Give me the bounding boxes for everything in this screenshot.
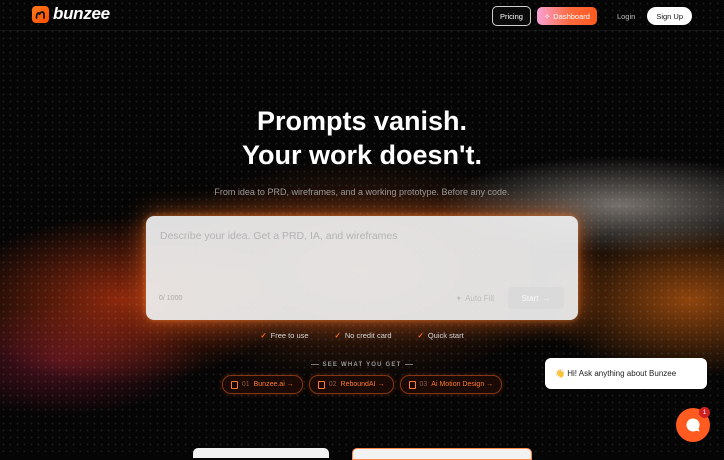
- chat-prompt-bubble[interactable]: 👋 Hi! Ask anything about Bunzee: [545, 358, 707, 389]
- dashboard-button[interactable]: ✧ Dashboard: [536, 7, 597, 25]
- document-icon: [317, 380, 325, 389]
- signup-button[interactable]: Sign Up: [647, 7, 692, 25]
- sparkle-icon: ✧: [543, 11, 551, 21]
- check-icon: ✓: [260, 331, 267, 340]
- divider: [405, 363, 414, 365]
- arrow-right-icon: →: [542, 293, 551, 303]
- example-chip-bunzee[interactable]: 01 Bunzee.ai →: [221, 375, 303, 394]
- autofill-button[interactable]: ✦ Auto Fill: [455, 294, 494, 303]
- logo[interactable]: bunzee: [32, 4, 110, 24]
- chat-prompt-text: Hi! Ask anything about Bunzee: [567, 369, 677, 378]
- divider: [310, 363, 319, 365]
- check-icon: ✓: [334, 331, 341, 340]
- check-icon: ✓: [417, 331, 424, 340]
- character-counter: 0/ 1000: [159, 295, 183, 302]
- wave-icon: 👋: [555, 369, 565, 378]
- autofill-label: Auto Fill: [465, 294, 494, 303]
- feature-item: ✓ No credit card: [334, 331, 392, 340]
- hero-heading: Prompts vanish. Your work doesn't.: [0, 104, 724, 172]
- bunzee-logo-icon: [32, 5, 49, 23]
- prompt-card: 0/ 1000 ✦ Auto Fill Start →: [146, 216, 578, 320]
- sparkle-icon: ✦: [455, 294, 463, 303]
- feature-item: ✓ Quick start: [417, 331, 464, 340]
- notification-badge: 1: [699, 407, 710, 418]
- nav-actions: Pricing ✧ Dashboard Login Sign Up: [492, 6, 692, 26]
- chat-bubble-icon: [686, 418, 700, 432]
- pricing-button[interactable]: Pricing: [492, 6, 531, 26]
- feature-list: ✓ Free to use ✓ No credit card ✓ Quick star…: [0, 331, 724, 340]
- hero-subtitle: From idea to PRD, wireframes, and a work…: [214, 187, 510, 197]
- example-chip-motion-design[interactable]: 03 Ai Motion Design →: [399, 375, 503, 394]
- hero-line-2: Your work doesn't.: [242, 140, 482, 170]
- document-icon: [230, 380, 238, 389]
- hero-line-1: Prompts vanish.: [256, 106, 468, 136]
- preview-card: [193, 448, 329, 458]
- feature-item: ✓ Free to use: [260, 331, 309, 340]
- document-icon: [408, 380, 416, 389]
- start-button[interactable]: Start →: [508, 287, 564, 309]
- idea-input[interactable]: [158, 228, 567, 292]
- dashboard-label: Dashboard: [553, 11, 590, 21]
- top-nav: bunzee Pricing ✧ Dashboard Login Sign Up: [0, 0, 724, 31]
- login-link[interactable]: Login: [617, 12, 635, 21]
- start-label: Start: [521, 293, 539, 303]
- example-chip-reboundai[interactable]: 02 ReboundAI →: [308, 375, 394, 394]
- logo-text: bunzee: [53, 4, 110, 23]
- preview-card: [352, 448, 532, 460]
